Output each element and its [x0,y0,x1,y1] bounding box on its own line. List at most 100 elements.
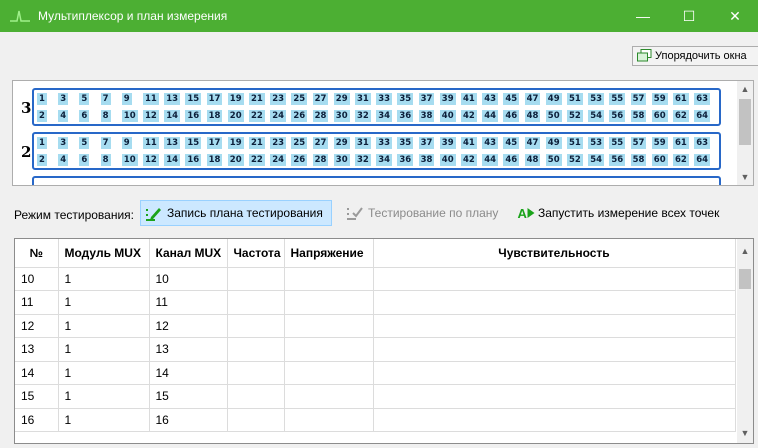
table-cell[interactable]: 14 [149,361,228,385]
mux-channel-cell[interactable]: 19 [227,93,244,105]
mux-channel-cell[interactable]: 17 [206,93,223,105]
mux-channel-cell[interactable]: 12 [143,110,159,122]
mux-channel-cell[interactable]: 20 [227,110,244,122]
mux-channel-cell[interactable]: 49 [545,137,562,149]
mux-scrollbar[interactable]: ▲ ▼ [737,81,753,185]
mux-channel-cell[interactable]: 6 [79,154,90,166]
mux-channel-cell[interactable]: 18 [206,110,223,122]
table-cell[interactable]: 1 [58,314,150,338]
mux-channel-cell[interactable]: 45 [503,93,520,105]
record-plan-button[interactable]: Запись плана тестирования [140,200,332,226]
mux-channel-cell[interactable]: 57 [630,137,647,149]
mux-channel-cell[interactable]: 26 [291,154,308,166]
mux-channel-cell[interactable]: 35 [397,137,414,149]
mux-channel-cell[interactable]: 26 [291,110,308,122]
mux-channel-cell[interactable]: 4 [58,110,69,122]
mux-channel-cell[interactable]: 17 [206,137,223,149]
mux-channel-cell[interactable]: 18 [206,154,223,166]
table-cell[interactable] [373,361,736,385]
mux-channel-cell[interactable]: 37 [418,93,435,105]
mux-channel-cell[interactable]: 29 [333,93,350,105]
mux-channel-cell[interactable]: 41 [461,93,477,105]
mux-channel-cell[interactable]: 38 [418,110,435,122]
mux-channel-cell[interactable]: 12 [143,154,159,166]
table-cell[interactable]: 11 [149,290,228,315]
table-cell[interactable] [227,290,285,315]
table-cell[interactable]: 16 [149,408,228,432]
mux-channel-cell[interactable]: 55 [609,93,626,105]
mux-channel-cell[interactable]: 56 [609,154,626,166]
mux-channel-cell[interactable]: 15 [185,137,202,149]
scroll-down-icon[interactable]: ▼ [737,425,753,441]
mux-channel-cell[interactable]: 30 [333,110,350,122]
table-cell[interactable] [284,314,374,338]
minimize-button[interactable]: — [620,0,666,32]
mux-channel-cell[interactable]: 54 [588,110,605,122]
table-cell[interactable]: 13 [15,337,59,362]
column-header[interactable]: № [15,239,59,268]
column-header[interactable]: Напряжение [284,239,374,268]
mux-channel-cell[interactable]: 45 [503,137,520,149]
mux-channel-cell[interactable]: 60 [651,154,668,166]
mux-channel-cell[interactable]: 54 [588,154,605,166]
close-button[interactable]: ✕ [712,0,758,32]
table-cell[interactable] [227,361,285,385]
mux-channel-cell[interactable]: 43 [482,93,499,105]
mux-channel-cell[interactable]: 25 [291,137,308,149]
table-row[interactable]: 12 1 12 [15,314,736,338]
mux-channel-cell[interactable]: 51 [567,93,583,105]
mux-channel-cell[interactable]: 8 [100,110,111,122]
table-cell[interactable]: 10 [149,267,228,291]
mux-channel-cell[interactable]: 23 [270,137,287,149]
mux-channel-cell[interactable]: 56 [609,110,626,122]
mux-channel-cell[interactable]: 23 [270,93,287,105]
mux-channel-cell[interactable]: 15 [185,93,202,105]
mux-channel-cell[interactable]: 20 [227,154,244,166]
mux-channel-cell[interactable]: 22 [249,110,265,122]
mux-channel-cell[interactable]: 38 [418,154,435,166]
mux-channel-cell[interactable]: 2 [37,110,47,122]
mux-channel-cell[interactable]: 19 [227,137,244,149]
mux-channel-cell[interactable]: 5 [79,137,90,149]
mux-channel-cell[interactable]: 47 [524,137,541,149]
mux-channel-cell[interactable]: 27 [312,137,329,149]
table-row[interactable]: 16 1 16 [15,408,736,432]
mux-channel-cell[interactable]: 62 [673,110,689,122]
column-header[interactable]: Модуль MUX [58,239,150,268]
mux-channel-cell[interactable]: 60 [651,110,668,122]
mux-channel-cell[interactable]: 57 [630,93,647,105]
arrange-windows-button[interactable]: Упорядочить окна [632,46,758,66]
mux-channel-cell[interactable]: 13 [164,93,181,105]
mux-channel-cell[interactable]: 64 [694,154,711,166]
table-cell[interactable] [284,408,374,432]
mux-channel-cell[interactable]: 55 [609,137,626,149]
mux-channel-cell[interactable]: 7 [100,93,111,105]
table-cell[interactable]: 1 [58,384,150,409]
mux-channel-cell[interactable]: 37 [418,137,435,149]
mux-channel-cell[interactable]: 61 [673,93,689,105]
table-cell[interactable] [227,337,285,362]
table-scrollbar[interactable]: ▲ ▼ [737,239,753,443]
scroll-up-icon[interactable]: ▲ [737,243,753,259]
mux-channel-cell[interactable]: 53 [588,93,605,105]
mux-channel-cell[interactable]: 1 [37,93,47,105]
mux-channel-cell[interactable]: 1 [37,137,47,149]
mux-channel-cell[interactable]: 32 [355,110,371,122]
mux-channel-cell[interactable]: 3 [58,137,69,149]
mux-channel-cell[interactable]: 40 [439,154,456,166]
table-cell[interactable]: 15 [149,384,228,409]
mux-channel-cell[interactable]: 22 [249,154,265,166]
table-cell[interactable] [227,408,285,432]
table-cell[interactable]: 15 [15,384,59,409]
mux-channel-cell[interactable]: 21 [249,137,265,149]
table-cell[interactable]: 1 [58,290,150,315]
scroll-thumb[interactable] [739,269,751,289]
table-row[interactable]: 14 1 14 [15,361,736,385]
table-cell[interactable] [284,267,374,291]
column-header[interactable]: Канал MUX [149,239,228,268]
mux-channel-cell[interactable]: 52 [567,154,583,166]
mux-channel-cell[interactable]: 51 [567,137,583,149]
table-cell[interactable]: 12 [149,314,228,338]
mux-channel-cell[interactable]: 24 [270,154,287,166]
mux-channel-cell[interactable]: 32 [355,154,371,166]
